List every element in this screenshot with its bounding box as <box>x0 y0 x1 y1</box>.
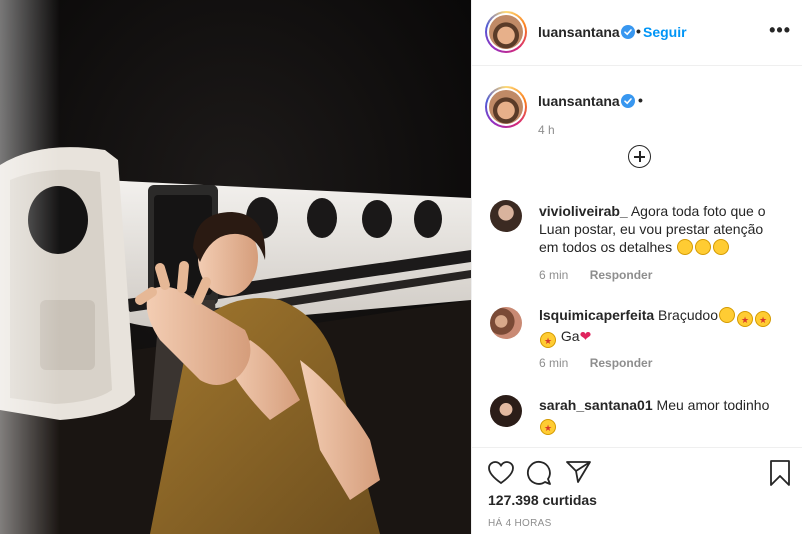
share-icon[interactable] <box>566 460 592 484</box>
comment-username[interactable]: sarah_santana01 <box>539 397 653 413</box>
post-sidebar: luansantana • Seguir ••• luansantana • 4… <box>471 0 802 534</box>
more-options-icon[interactable]: ••• <box>769 20 791 41</box>
verified-badge-icon <box>621 25 635 39</box>
sweat-smile-emoji-icon <box>718 307 735 323</box>
separator-dot: • <box>636 23 641 39</box>
comment-body: Braçudoo <box>658 307 718 323</box>
red-heart-icon: ❤ <box>579 328 592 344</box>
comment-icon[interactable] <box>526 460 552 486</box>
comment-time: 6 min <box>539 268 569 282</box>
laughing-emoji-icon <box>712 239 729 255</box>
caption-time: 4 h <box>538 123 555 137</box>
comment-avatar[interactable] <box>490 307 522 339</box>
add-comment-icon[interactable] <box>628 145 651 168</box>
post-image <box>0 0 471 534</box>
comment-avatar[interactable] <box>490 395 522 427</box>
comment-text: vivioliveirab_ Agora toda foto que o Lua… <box>539 202 775 256</box>
reply-button[interactable]: Responder <box>590 356 653 370</box>
bookmark-icon[interactable] <box>770 460 790 486</box>
post-header: luansantana • Seguir ••• <box>472 0 802 66</box>
caption-dot: • <box>638 92 643 108</box>
comment-text: sarah_santana01 Meu amor todinho ★ <box>539 396 775 435</box>
verified-badge-icon <box>621 94 635 108</box>
instagram-post: luansantana • Seguir ••• luansantana • 4… <box>0 0 802 534</box>
star-struck-emoji-icon: ★ <box>540 332 556 348</box>
comment-meta: 6 min Responder <box>539 268 652 282</box>
comment-time: 6 min <box>539 356 569 370</box>
comment-username[interactable]: lsquimicaperfeita <box>539 307 654 323</box>
star-struck-emoji-icon: ★ <box>736 311 753 327</box>
star-struck-emoji-icon: ★ <box>540 419 556 435</box>
author-username[interactable]: luansantana <box>538 24 620 40</box>
author-avatar[interactable] <box>485 11 527 53</box>
likes-count[interactable]: 127.398 curtidas <box>488 492 597 508</box>
reply-button[interactable]: Responder <box>590 268 653 282</box>
caption-username[interactable]: luansantana <box>538 93 620 109</box>
post-actions: 127.398 curtidas HÁ 4 HORAS <box>472 447 802 534</box>
comment-avatar[interactable] <box>490 200 522 232</box>
post-photo[interactable] <box>0 0 471 534</box>
comment-text: lsquimicaperfeita Braçudoo ★ ★ ★ Ga❤ <box>539 306 775 348</box>
comment-username[interactable]: vivioliveirab_ <box>539 203 628 219</box>
comment-body: Meu amor todinho <box>656 397 770 413</box>
laughing-emoji-icon <box>676 239 693 255</box>
comment-body-2: Ga <box>560 328 580 344</box>
follow-button[interactable]: Seguir <box>643 24 687 40</box>
heart-icon[interactable] <box>488 461 514 485</box>
caption-avatar[interactable] <box>485 86 527 128</box>
laughing-emoji-icon <box>694 239 711 255</box>
posted-time: HÁ 4 HORAS <box>488 518 552 529</box>
comment-meta: 6 min Responder <box>539 356 652 370</box>
star-struck-emoji-icon: ★ <box>754 311 771 327</box>
